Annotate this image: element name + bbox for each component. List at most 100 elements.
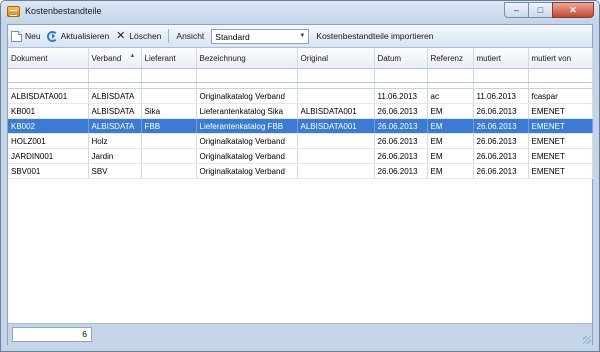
import-button[interactable]: Kostenbestandteile importieren xyxy=(313,27,436,45)
table-cell xyxy=(141,163,197,179)
data-grid: Dokument Verband ▲ Lieferant Bezeichnung … xyxy=(8,48,593,179)
new-label: Neu xyxy=(25,31,41,41)
window-controls: – □ ✕ xyxy=(504,2,594,18)
table-cell: 26.06.2013 xyxy=(473,133,529,149)
table-cell xyxy=(141,133,197,149)
column-header-dokument[interactable]: Dokument xyxy=(8,48,89,69)
table-cell: EMENET xyxy=(528,118,593,134)
table-row[interactable]: HOLZ001 Holz Originalkatalog Verband 26.06… xyxy=(8,133,593,149)
table-cell: Lieferantenkatalog Sika xyxy=(196,103,298,119)
table-cell: fcaspar xyxy=(528,88,593,104)
table-cell: ALBISDATA xyxy=(88,88,142,104)
table-row-selected[interactable]: KB002 ALBISDATA FBB Lieferantenkatalog FBB… xyxy=(8,118,593,134)
filter-cell[interactable] xyxy=(141,68,197,83)
filter-cell[interactable] xyxy=(528,68,593,83)
table-row[interactable]: KB001 ALBISDATA Sika Lieferantenkatalog Si… xyxy=(8,103,593,119)
refresh-icon xyxy=(46,30,58,42)
column-header-mutiert-von[interactable]: mutiert von xyxy=(528,48,593,69)
table-cell: ac xyxy=(427,88,474,104)
table-row[interactable]: ALBISDATA001 ALBISDATA Originalkatalog Ve… xyxy=(8,88,593,104)
table-cell xyxy=(141,88,197,104)
filter-cell[interactable] xyxy=(473,68,529,83)
table-cell: 26.06.2013 xyxy=(473,118,529,134)
table-cell: ALBISDATA001 xyxy=(297,103,375,119)
new-document-icon xyxy=(11,30,22,42)
column-header-verband[interactable]: Verband ▲ xyxy=(88,48,142,69)
table-cell: EM xyxy=(427,118,474,134)
table-cell: KB001 xyxy=(8,103,89,119)
table-cell: KB002 xyxy=(8,118,89,134)
close-icon: ✕ xyxy=(569,4,577,15)
import-label: Kostenbestandteile importieren xyxy=(316,31,434,41)
filter-cell[interactable] xyxy=(8,68,89,83)
table-cell: Originalkatalog Verband xyxy=(196,163,298,179)
table-cell xyxy=(297,148,375,164)
column-header-mutiert[interactable]: mutiert xyxy=(473,48,529,69)
filter-cell[interactable] xyxy=(88,68,142,83)
refresh-label: Aktualisieren xyxy=(60,31,110,41)
title-bar[interactable]: Kostenbestandteile – □ ✕ xyxy=(1,1,599,23)
view-select-value: Standard xyxy=(215,31,250,42)
minimize-button[interactable]: – xyxy=(504,2,529,18)
resize-grip-icon[interactable] xyxy=(583,336,591,344)
close-button[interactable]: ✕ xyxy=(552,2,594,18)
table-cell: ALBISDATA xyxy=(88,118,142,134)
table-row[interactable]: JARDIN001 Jardin Originalkatalog Verband 2… xyxy=(8,148,593,164)
new-button[interactable]: Neu xyxy=(8,27,44,45)
toolbar-separator xyxy=(168,29,170,43)
app-icon xyxy=(7,6,20,17)
status-bar: 6 xyxy=(8,323,592,345)
column-header-original[interactable]: Original xyxy=(297,48,375,69)
column-header-referenz[interactable]: Referenz xyxy=(427,48,474,69)
filter-cell[interactable] xyxy=(427,68,474,83)
table-cell: 26.06.2013 xyxy=(374,103,428,119)
table-cell: Originalkatalog Verband xyxy=(196,148,298,164)
table-cell: SBV001 xyxy=(8,163,89,179)
table-cell: EMENET xyxy=(528,163,593,179)
filter-row xyxy=(8,68,593,83)
table-cell: Originalkatalog Verband xyxy=(196,133,298,149)
table-cell: Sika xyxy=(141,103,197,119)
content-panel: Neu Aktualisieren ✕ Löschen Ansicht Stan… xyxy=(7,24,593,345)
view-select[interactable]: Standard ▼ xyxy=(211,28,310,44)
table-cell xyxy=(141,148,197,164)
table-cell: FBB xyxy=(141,118,197,134)
column-header-lieferant[interactable]: Lieferant xyxy=(141,48,197,69)
header-row: Dokument Verband ▲ Lieferant Bezeichnung … xyxy=(8,48,593,69)
table-cell: ALBISDATA xyxy=(88,103,142,119)
table-cell: EM xyxy=(427,133,474,149)
filter-cell[interactable] xyxy=(374,68,428,83)
maximize-icon: □ xyxy=(537,5,544,15)
table-cell: Holz xyxy=(88,133,142,149)
view-label: Ansicht xyxy=(176,31,205,41)
table-cell xyxy=(297,88,375,104)
refresh-button[interactable]: Aktualisieren xyxy=(44,27,113,45)
window-title: Kostenbestandteile xyxy=(25,6,102,16)
table-row[interactable]: SBV001 SBV Originalkatalog Verband 26.06.2… xyxy=(8,163,593,179)
column-header-label: Verband xyxy=(91,53,122,63)
column-header-bezeichnung[interactable]: Bezeichnung xyxy=(196,48,298,69)
table-cell: 26.06.2013 xyxy=(473,148,529,164)
table-cell: Jardin xyxy=(88,148,142,164)
table-cell: 26.06.2013 xyxy=(374,133,428,149)
table-cell: ALBISDATA001 xyxy=(297,118,375,134)
table-cell: Originalkatalog Verband xyxy=(196,88,298,104)
column-header-datum[interactable]: Datum xyxy=(374,48,428,69)
table-cell: 11.06.2013 xyxy=(473,88,529,104)
table-cell: EM xyxy=(427,148,474,164)
toolbar: Neu Aktualisieren ✕ Löschen Ansicht Stan… xyxy=(8,25,592,48)
table-cell: EMENET xyxy=(528,148,593,164)
table-cell: 26.06.2013 xyxy=(473,163,529,179)
table-cell: EMENET xyxy=(528,103,593,119)
sort-ascending-icon: ▲ xyxy=(129,53,136,59)
delete-button[interactable]: ✕ Löschen xyxy=(112,27,164,45)
record-count: 6 xyxy=(12,327,92,342)
table-cell: 26.06.2013 xyxy=(473,103,529,119)
filter-cell[interactable] xyxy=(196,68,298,83)
filter-cell[interactable] xyxy=(297,68,375,83)
table-cell: EM xyxy=(427,103,474,119)
table-cell: 26.06.2013 xyxy=(374,148,428,164)
maximize-button[interactable]: □ xyxy=(528,2,553,18)
table-cell xyxy=(297,163,375,179)
table-cell: ALBISDATA001 xyxy=(8,88,89,104)
